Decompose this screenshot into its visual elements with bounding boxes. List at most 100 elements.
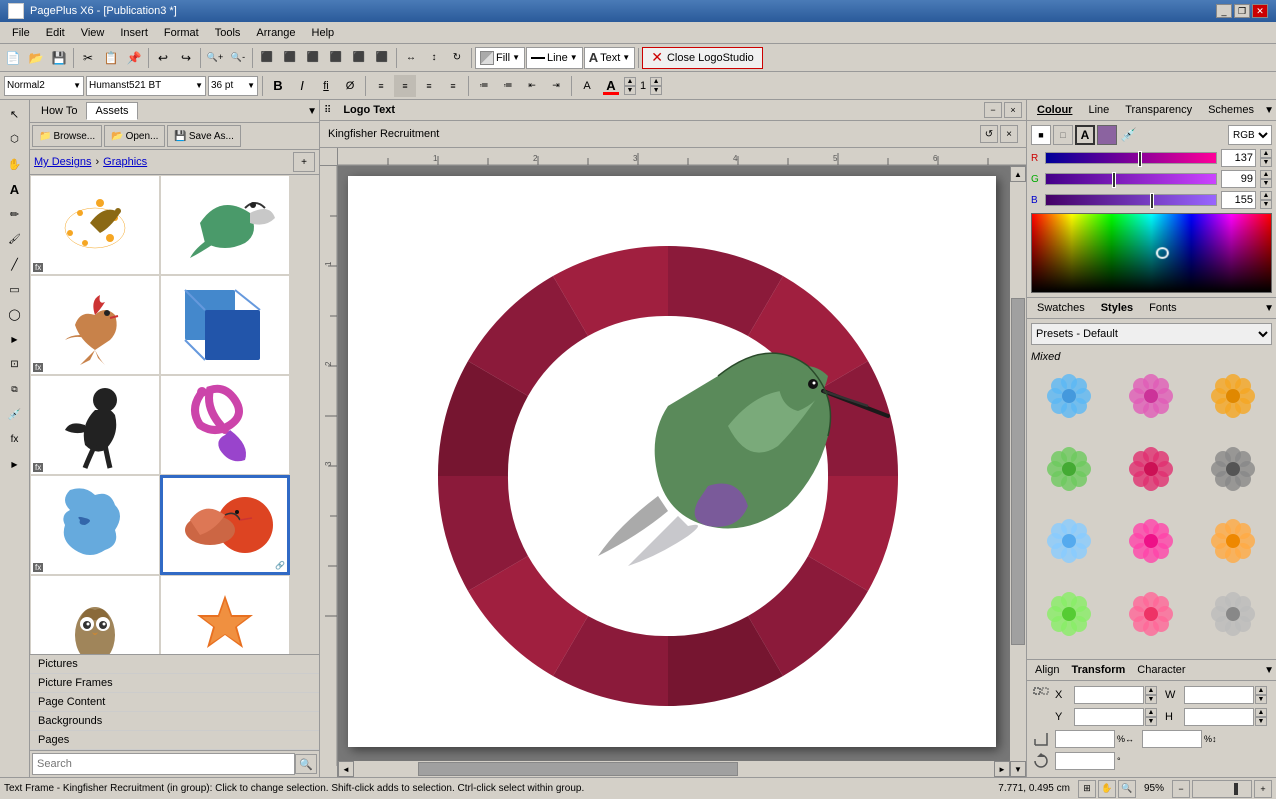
menu-arrange[interactable]: Arrange xyxy=(248,25,303,41)
b-down[interactable]: ▼ xyxy=(1260,200,1272,209)
line-colour-icon[interactable]: □ xyxy=(1053,125,1073,145)
zoom-thumb[interactable] xyxy=(1234,783,1238,795)
graphic-hummingbird[interactable] xyxy=(160,175,290,275)
current-colour-swatch[interactable] xyxy=(1097,125,1117,145)
b-up[interactable]: ▲ xyxy=(1260,191,1272,200)
graphic-blue-shape[interactable] xyxy=(160,275,290,375)
x-down[interactable]: ▼ xyxy=(1145,695,1157,704)
pictures-item[interactable]: Pictures xyxy=(30,655,319,674)
graphic-figure[interactable]: fx xyxy=(30,375,160,475)
tab-line[interactable]: Line xyxy=(1080,102,1117,118)
italic-button[interactable]: I xyxy=(291,75,313,97)
tab-fonts[interactable]: Fonts xyxy=(1141,300,1185,316)
menu-edit[interactable]: Edit xyxy=(38,25,73,41)
restore-button[interactable]: ❐ xyxy=(1234,4,1250,18)
style-name-dropdown[interactable]: Normal2 ▼ xyxy=(4,76,84,96)
x-input[interactable]: 0.12 cm xyxy=(1074,686,1144,704)
zoom-in-button[interactable]: 🔍+ xyxy=(204,47,226,69)
style-flower-10[interactable] xyxy=(1031,587,1109,656)
h-input[interactable]: 1.809 cm xyxy=(1184,708,1254,726)
zoom-out-button[interactable]: 🔍- xyxy=(227,47,249,69)
scroll-right-button[interactable]: ► xyxy=(994,761,1010,777)
zoom-in-status-button[interactable]: + xyxy=(1254,780,1272,798)
menu-help[interactable]: Help xyxy=(304,25,343,41)
cut-button[interactable]: ✂ xyxy=(77,47,99,69)
style-flower-7[interactable] xyxy=(1031,514,1109,583)
graphic-bird-sun[interactable]: 🔗 xyxy=(160,475,290,575)
browse-button[interactable]: 📁 Browse... xyxy=(32,125,102,147)
pointer-tool[interactable]: ↖ xyxy=(3,102,27,126)
close-button[interactable]: ✕ xyxy=(1252,4,1268,18)
align-top-button[interactable]: ⬛ xyxy=(325,47,347,69)
r-down[interactable]: ▼ xyxy=(1260,158,1272,167)
r-slider[interactable] xyxy=(1045,152,1217,164)
tab-assets[interactable]: Assets xyxy=(86,102,137,120)
page-down[interactable]: ▼ xyxy=(650,86,662,95)
x-up[interactable]: ▲ xyxy=(1145,686,1157,695)
justify-text-button[interactable]: ≡ xyxy=(442,75,464,97)
pan-tool[interactable]: ✋ xyxy=(3,152,27,176)
style-flower-5[interactable] xyxy=(1113,442,1191,511)
menu-file[interactable]: File xyxy=(4,25,38,41)
expand-tool[interactable]: ▶ xyxy=(3,327,27,351)
b-value[interactable]: 155 xyxy=(1221,191,1256,209)
g-up[interactable]: ▲ xyxy=(1260,170,1272,179)
outdent-button[interactable]: ⇤ xyxy=(521,75,543,97)
canvas-workspace[interactable]: Kingfisher Recruitment Putting your need… xyxy=(338,166,1026,777)
text-color-button[interactable]: A xyxy=(600,75,622,97)
tab-align[interactable]: Align xyxy=(1029,662,1065,678)
tab-how-to[interactable]: How To xyxy=(32,102,86,120)
scroll-up-button[interactable]: ▲ xyxy=(1010,166,1026,182)
menu-format[interactable]: Format xyxy=(156,25,207,41)
style-flower-8[interactable] xyxy=(1113,514,1191,583)
rgb-mode-select[interactable]: RGB xyxy=(1228,125,1272,145)
status-zoom-button[interactable]: 🔍 xyxy=(1118,780,1136,798)
graphic-owl[interactable] xyxy=(30,575,160,654)
graphic-swirl[interactable] xyxy=(160,375,290,475)
search-input[interactable] xyxy=(32,753,295,775)
minimize-button[interactable]: _ xyxy=(1216,4,1232,18)
my-designs-link[interactable]: My Designs xyxy=(34,156,91,168)
h-up[interactable]: ▲ xyxy=(1255,708,1267,717)
status-fit-button[interactable]: ⊞ xyxy=(1078,780,1096,798)
line-dropdown[interactable]: Line ▼ xyxy=(526,47,583,69)
copy-button[interactable]: 📋 xyxy=(100,47,122,69)
page-spin[interactable]: ▲ ▼ xyxy=(650,77,662,95)
save-button[interactable]: 💾 xyxy=(48,47,70,69)
fill-colour-icon[interactable]: ■ xyxy=(1031,125,1051,145)
expand-panel-button[interactable]: + xyxy=(293,152,315,172)
style-flower-3[interactable] xyxy=(1194,369,1272,438)
r-value[interactable]: 137 xyxy=(1221,149,1256,167)
presets-dropdown[interactable]: Presets - Default xyxy=(1031,323,1272,345)
style-flower-1[interactable] xyxy=(1031,369,1109,438)
pages-item[interactable]: Pages xyxy=(30,731,319,750)
open-asset-button[interactable]: 📂 Open... xyxy=(104,125,165,147)
node-tool[interactable]: ⬡ xyxy=(3,127,27,151)
paste-button[interactable]: 📌 xyxy=(123,47,145,69)
zoom-out-status-button[interactable]: − xyxy=(1172,780,1190,798)
y-input[interactable]: 4.4 cm xyxy=(1074,708,1144,726)
style-flower-11[interactable] xyxy=(1113,587,1191,656)
y-up[interactable]: ▲ xyxy=(1145,708,1157,717)
scroll-down-button[interactable]: ▼ xyxy=(1010,761,1026,777)
bullet-list-button[interactable]: ≔ xyxy=(473,75,495,97)
style-flower-12[interactable] xyxy=(1194,587,1272,656)
colour-panel-options[interactable]: ▼ xyxy=(1264,105,1274,116)
colour-mode-dropdown[interactable]: RGB xyxy=(1228,125,1272,145)
panel-close-x-button[interactable]: × xyxy=(1004,102,1022,118)
scale-x-input[interactable]: 100% xyxy=(1055,730,1115,748)
status-hand-button[interactable]: ✋ xyxy=(1098,780,1116,798)
clone-tool[interactable]: ⧉ xyxy=(3,377,27,401)
text-size-down[interactable]: ▼ xyxy=(624,86,636,95)
align-center-text-button[interactable]: ≡ xyxy=(394,75,416,97)
b-spin[interactable]: ▲ ▼ xyxy=(1260,191,1272,209)
vertical-scrollbar[interactable]: ▲ ▼ xyxy=(1010,166,1026,777)
open-button[interactable]: 📂 xyxy=(25,47,47,69)
scale-y-input[interactable]: 100% xyxy=(1142,730,1202,748)
title-bar-controls[interactable]: _ ❐ ✕ xyxy=(1216,4,1268,18)
g-slider[interactable] xyxy=(1045,173,1217,185)
logo-text-close-button[interactable]: × xyxy=(1000,125,1018,143)
style-panel-options[interactable]: ▼ xyxy=(1264,303,1274,314)
w-spin[interactable]: ▲ ▼ xyxy=(1255,686,1267,704)
font-size-dropdown[interactable]: 36 pt ▼ xyxy=(208,76,258,96)
